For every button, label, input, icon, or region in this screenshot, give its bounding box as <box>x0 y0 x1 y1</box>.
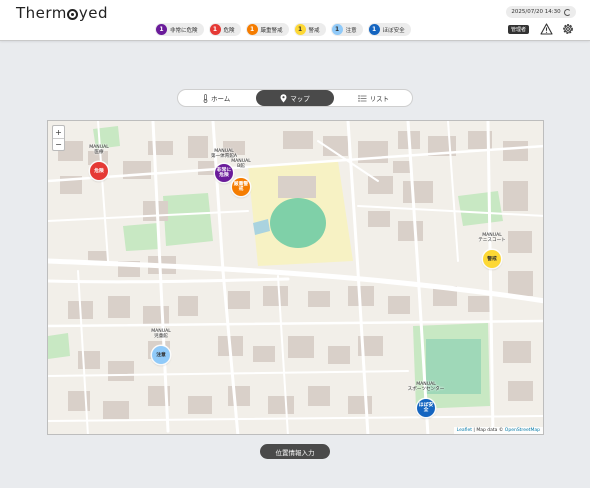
datetime-text: 2025/07/20 14:30 <box>511 9 561 15</box>
marker-label: MANUAL 医療 <box>89 145 109 155</box>
tab-map-label: マップ <box>290 95 310 103</box>
risk-pin-dangerous[interactable]: 危険 <box>90 162 108 180</box>
legend-label: 警戒 <box>308 27 320 34</box>
legend-label: 非常に危険 <box>170 27 198 34</box>
legend-item-almost-safe: 1 ほぼ安全 <box>367 23 411 36</box>
datetime-display: 2025/07/20 14:30 <box>506 6 576 18</box>
leaflet-link[interactable]: Leaflet <box>457 428 472 433</box>
marker-label: MANUAL テニスコート <box>478 233 506 243</box>
zoom-in-button[interactable]: + <box>53 126 64 138</box>
attribution-separator: | Map data © <box>471 428 505 433</box>
map-attribution: Leaflet | Map data © OpenStreetMap <box>453 427 543 434</box>
marker-label: MANUAL スポーツセンター <box>408 382 445 392</box>
tab-home-label: ホーム <box>211 95 231 103</box>
legend-item-warning: 1 警戒 <box>293 23 326 36</box>
legend-label: ほぼ安全 <box>382 27 405 34</box>
map-pin-icon <box>280 93 287 102</box>
marker-label: MANUAL 児童館 <box>151 329 171 339</box>
legend-count: 1 <box>209 24 221 35</box>
marker-name: スポーツセンター <box>407 387 445 392</box>
legend-label: 注意 <box>345 27 357 34</box>
gear-icon[interactable] <box>561 22 575 36</box>
zoom-control: + − <box>52 125 65 151</box>
legend-label: 厳重警戒 <box>260 27 283 34</box>
marker-label: MANUAL B館 <box>231 159 251 169</box>
legend-count: 1 <box>246 24 258 35</box>
marker-name: 児童館 <box>154 334 168 339</box>
risk-pin-almost-safe[interactable]: ほぼ安全 <box>417 399 435 417</box>
marker-label: MANUAL 第一体育館A <box>211 149 237 159</box>
view-tabs: ホーム マップ リスト <box>177 89 413 107</box>
app-logo[interactable]: Therm yed <box>16 4 108 22</box>
risk-legend: 1 非常に危険 1 危険 1 厳重警戒 1 警戒 1 注意 1 ほぼ安全 <box>155 23 411 36</box>
tab-list[interactable]: リスト <box>335 90 412 106</box>
legend-count: 1 <box>331 24 343 35</box>
legend-item-dangerous: 1 危険 <box>208 23 241 36</box>
warning-icon[interactable] <box>540 23 553 35</box>
thermometer-icon <box>203 93 208 103</box>
tab-map[interactable]: マップ <box>256 90 334 106</box>
app-header: Therm yed 1 非常に危険 1 危険 1 厳重警戒 1 警戒 1 注意 1… <box>0 0 590 41</box>
legend-item-caution: 1 注意 <box>330 23 363 36</box>
map-tiles <box>48 121 543 434</box>
marker-name: テニスコート <box>478 238 506 243</box>
legend-count: 1 <box>156 24 167 35</box>
location-input-button[interactable]: 位置情報入力 <box>260 444 330 459</box>
legend-item-severe-warning: 1 厳重警戒 <box>245 23 289 36</box>
tab-list-label: リスト <box>369 95 390 103</box>
eye-logo-icon <box>67 8 79 20</box>
logo-text-prefix: Therm <box>16 4 67 22</box>
risk-pin-warning[interactable]: 警戒 <box>483 250 501 268</box>
osm-link[interactable]: OpenStreetMap <box>505 428 540 433</box>
refresh-icon[interactable] <box>563 8 571 16</box>
risk-pin-severe-warning[interactable]: 厳重警戒 <box>232 178 250 196</box>
admin-badge: 管理者 <box>508 25 530 34</box>
legend-item-very-dangerous: 1 非常に危険 <box>155 23 204 36</box>
marker-name: 医療 <box>94 150 104 155</box>
marker-name: B館 <box>237 164 245 169</box>
risk-pin-caution[interactable]: 注意 <box>152 346 170 364</box>
list-icon <box>357 94 367 102</box>
legend-count: 1 <box>368 24 380 35</box>
zoom-out-button[interactable]: − <box>53 138 64 150</box>
legend-label: 危険 <box>223 27 235 34</box>
tab-home[interactable]: ホーム <box>178 90 255 106</box>
map-view[interactable]: + − MANUAL 医療 危険 MANUAL 第一体育館A 非常に危険 MAN… <box>47 120 544 435</box>
legend-count: 1 <box>294 24 306 35</box>
logo-text-suffix: yed <box>78 4 109 22</box>
